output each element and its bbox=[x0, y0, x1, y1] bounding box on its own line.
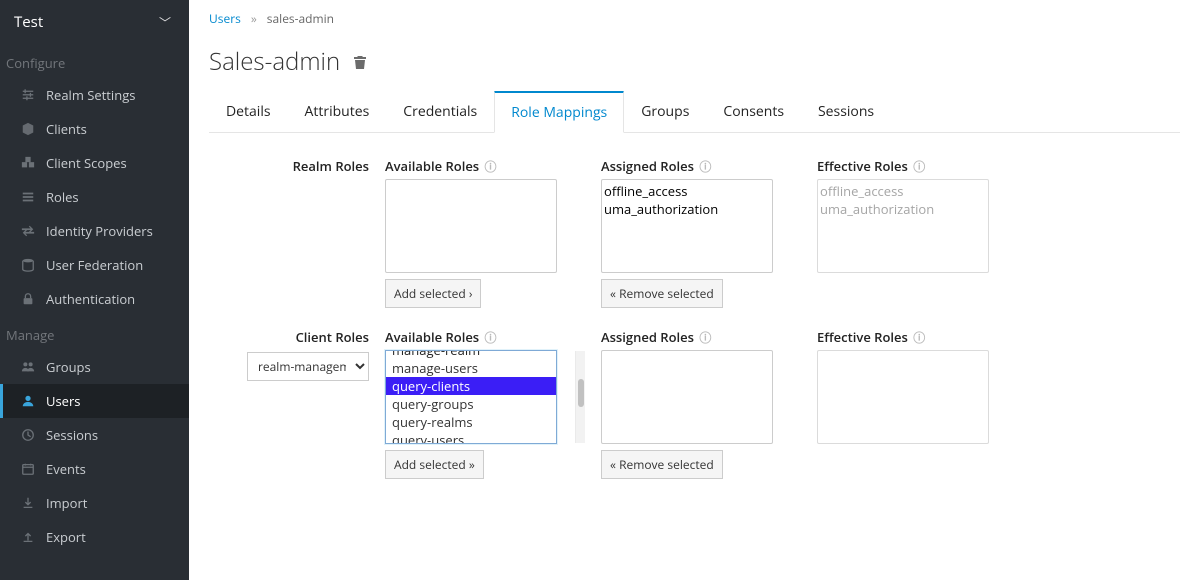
client-roles-label: Client Roles bbox=[209, 328, 369, 346]
upload-icon bbox=[20, 529, 36, 545]
realm-assigned-select[interactable]: offline_accessuma_authorization bbox=[601, 179, 773, 273]
realm-roles-label: Realm Roles bbox=[209, 157, 369, 175]
client-available-column: Available Roles ⓘ manage-realmmanage-use… bbox=[385, 328, 585, 479]
tab-groups[interactable]: Groups bbox=[624, 91, 706, 133]
users-icon bbox=[20, 359, 36, 375]
tabs: Details Attributes Credentials Role Mapp… bbox=[209, 90, 1180, 133]
sidebar-item-label: Clients bbox=[46, 120, 87, 138]
client-effective-column: Effective Roles ⓘ bbox=[817, 328, 1017, 444]
client-remove-selected-button[interactable]: « Remove selected bbox=[601, 450, 723, 479]
realm-roles-row: Realm Roles Available Roles ⓘ Add select… bbox=[209, 157, 1180, 308]
help-icon[interactable]: ⓘ bbox=[913, 158, 925, 175]
sidebar-item-identity-providers[interactable]: Identity Providers bbox=[0, 214, 189, 248]
client-assigned-label: Assigned Roles ⓘ bbox=[601, 328, 801, 346]
realm-effective-select: offline_accessuma_authorization bbox=[817, 179, 989, 273]
sidebar-item-clients[interactable]: Clients bbox=[0, 112, 189, 146]
breadcrumb-current: sales-admin bbox=[267, 10, 334, 27]
tab-consents[interactable]: Consents bbox=[706, 91, 801, 133]
exchange-icon bbox=[20, 223, 36, 239]
client-effective-select bbox=[817, 350, 989, 444]
delete-user-button[interactable] bbox=[352, 54, 368, 70]
sidebar-item-sessions[interactable]: Sessions bbox=[0, 418, 189, 452]
clock-icon bbox=[20, 427, 36, 443]
sidebar: Test ﹀ Configure Realm Settings Clients … bbox=[0, 0, 189, 580]
breadcrumb-root-link[interactable]: Users bbox=[209, 10, 241, 27]
sidebar-item-users[interactable]: Users bbox=[0, 384, 189, 418]
client-add-selected-button[interactable]: Add selected » bbox=[385, 450, 484, 479]
realm-effective-label: Effective Roles ⓘ bbox=[817, 157, 1017, 175]
cubes-icon bbox=[20, 155, 36, 171]
sidebar-item-label: Sessions bbox=[46, 426, 98, 444]
main-content: Users » sales-admin Sales-admin Details … bbox=[189, 0, 1200, 580]
cube-icon bbox=[20, 121, 36, 137]
realm-available-select[interactable] bbox=[385, 179, 557, 273]
sidebar-item-label: Client Scopes bbox=[46, 154, 127, 172]
client-roles-row: Client Roles realm-management Available … bbox=[209, 328, 1180, 479]
sidebar-item-label: Identity Providers bbox=[46, 222, 153, 240]
sidebar-section-configure: Configure bbox=[0, 44, 189, 78]
realm-add-selected-button[interactable]: Add selected › bbox=[385, 279, 481, 308]
sidebar-item-label: Groups bbox=[46, 358, 91, 376]
sidebar-item-import[interactable]: Import bbox=[0, 486, 189, 520]
sidebar-item-label: Roles bbox=[46, 188, 79, 206]
realm-available-label: Available Roles ⓘ bbox=[385, 157, 585, 175]
sidebar-item-realm-settings[interactable]: Realm Settings bbox=[0, 78, 189, 112]
client-assigned-column: Assigned Roles ⓘ « Remove selected bbox=[601, 328, 801, 479]
download-icon bbox=[20, 495, 36, 511]
sidebar-item-label: Import bbox=[46, 494, 87, 512]
sidebar-item-label: Events bbox=[46, 460, 86, 478]
tab-attributes[interactable]: Attributes bbox=[288, 91, 387, 133]
realm-effective-column: Effective Roles ⓘ offline_accessuma_auth… bbox=[817, 157, 1017, 273]
sidebar-item-authentication[interactable]: Authentication bbox=[0, 282, 189, 316]
sidebar-item-user-federation[interactable]: User Federation bbox=[0, 248, 189, 282]
sidebar-item-label: Users bbox=[46, 392, 80, 410]
realm-assigned-label: Assigned Roles ⓘ bbox=[601, 157, 801, 175]
sidebar-item-events[interactable]: Events bbox=[0, 452, 189, 486]
sidebar-item-label: Export bbox=[46, 528, 86, 546]
help-icon[interactable]: ⓘ bbox=[699, 329, 711, 346]
client-effective-label: Effective Roles ⓘ bbox=[817, 328, 1017, 346]
sidebar-item-label: Authentication bbox=[46, 290, 135, 308]
sidebar-item-label: User Federation bbox=[46, 256, 143, 274]
tab-credentials[interactable]: Credentials bbox=[386, 91, 494, 133]
help-icon[interactable]: ⓘ bbox=[913, 329, 925, 346]
scrollbar[interactable] bbox=[575, 351, 585, 443]
help-icon[interactable]: ⓘ bbox=[485, 158, 497, 175]
realm-name: Test bbox=[14, 12, 43, 32]
tab-role-mappings[interactable]: Role Mappings bbox=[494, 91, 624, 133]
breadcrumb: Users » sales-admin bbox=[209, 10, 1180, 27]
realm-remove-selected-button[interactable]: « Remove selected bbox=[601, 279, 723, 308]
realm-available-column: Available Roles ⓘ Add selected › bbox=[385, 157, 585, 308]
client-available-select[interactable]: manage-realmmanage-usersquery-clientsque… bbox=[385, 350, 557, 444]
client-select-dropdown[interactable]: realm-management bbox=[247, 352, 369, 381]
tab-details[interactable]: Details bbox=[209, 91, 288, 133]
sidebar-item-export[interactable]: Export bbox=[0, 520, 189, 554]
realm-assigned-column: Assigned Roles ⓘ offline_accessuma_autho… bbox=[601, 157, 801, 308]
tab-sessions[interactable]: Sessions bbox=[801, 91, 891, 133]
sidebar-section-manage: Manage bbox=[0, 316, 189, 350]
sidebar-item-roles[interactable]: Roles bbox=[0, 180, 189, 214]
calendar-icon bbox=[20, 461, 36, 477]
page-title: Sales-admin bbox=[209, 45, 340, 78]
sidebar-item-groups[interactable]: Groups bbox=[0, 350, 189, 384]
lock-icon bbox=[20, 291, 36, 307]
client-available-label: Available Roles ⓘ bbox=[385, 328, 585, 346]
client-assigned-select[interactable] bbox=[601, 350, 773, 444]
help-icon[interactable]: ⓘ bbox=[485, 329, 497, 346]
chevron-down-icon: ﹀ bbox=[159, 14, 171, 31]
database-icon bbox=[20, 257, 36, 273]
help-icon[interactable]: ⓘ bbox=[699, 158, 711, 175]
sidebar-item-label: Realm Settings bbox=[46, 86, 135, 104]
sidebar-item-client-scopes[interactable]: Client Scopes bbox=[0, 146, 189, 180]
list-icon bbox=[20, 189, 36, 205]
sliders-icon bbox=[20, 87, 36, 103]
breadcrumb-separator-icon: » bbox=[251, 10, 257, 27]
client-roles-left-column: Client Roles realm-management bbox=[209, 328, 369, 381]
realm-switcher[interactable]: Test ﹀ bbox=[0, 0, 189, 44]
user-icon bbox=[20, 393, 36, 409]
